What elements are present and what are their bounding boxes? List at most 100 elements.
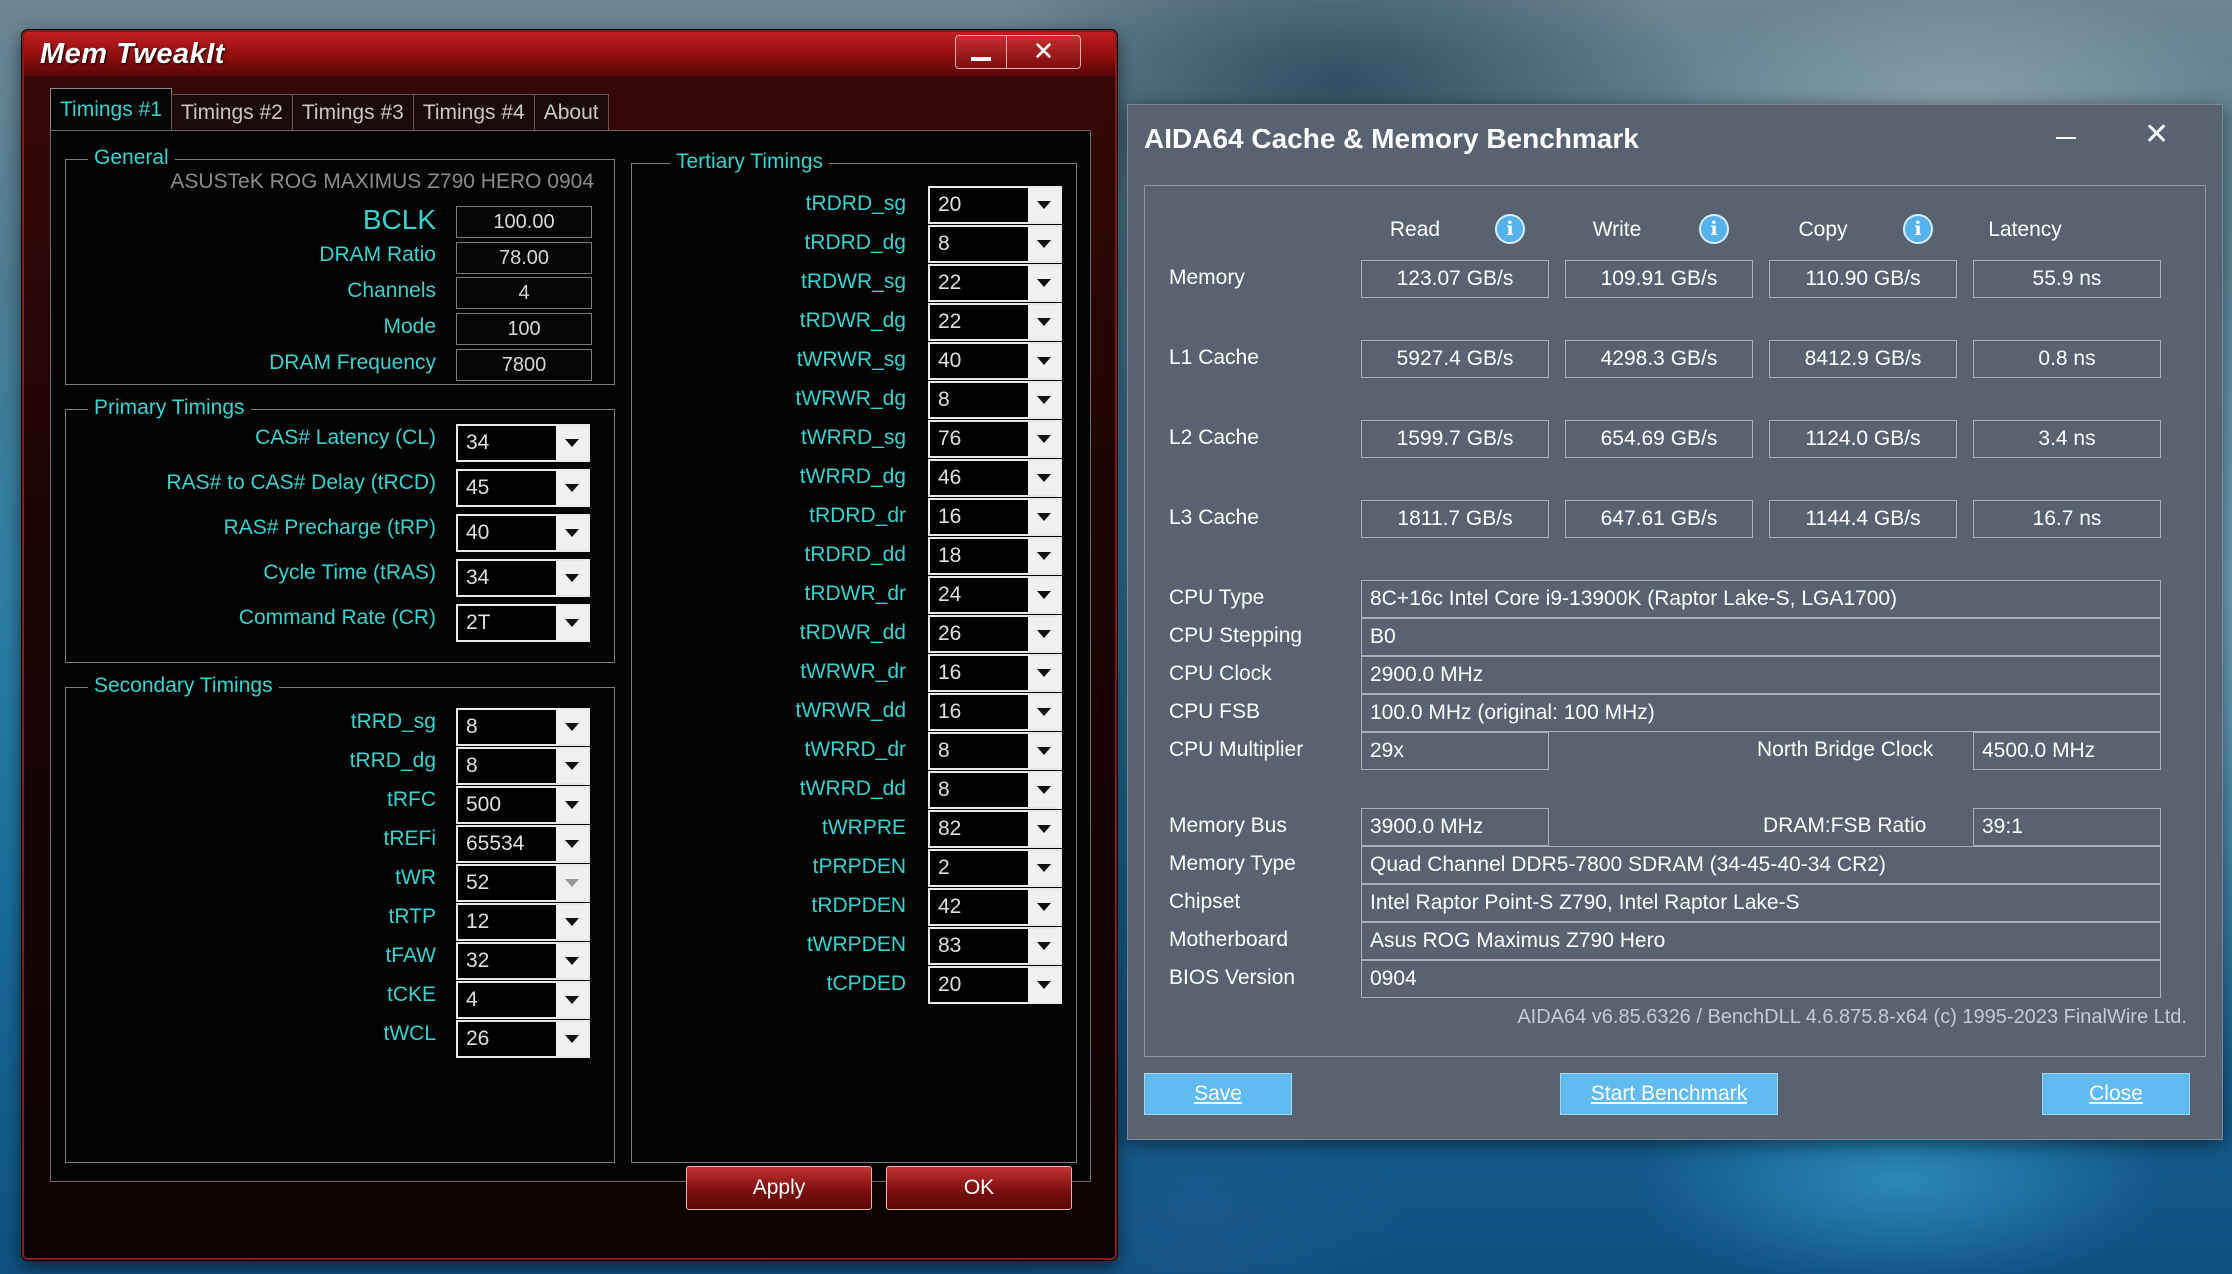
tcpded-dropdown[interactable]: 20 bbox=[928, 966, 1062, 1004]
dropdown-value: 76 bbox=[938, 427, 962, 450]
chevron-down-icon[interactable] bbox=[556, 516, 588, 550]
trdwr-dd-dropdown[interactable]: 26 bbox=[928, 615, 1062, 653]
chevron-down-icon[interactable] bbox=[1028, 227, 1060, 261]
chevron-down-icon[interactable] bbox=[1028, 968, 1060, 1002]
twrrd-dg-dropdown[interactable]: 46 bbox=[928, 459, 1062, 497]
tcke-dropdown[interactable]: 4 bbox=[456, 981, 590, 1019]
trdwr-dr-dropdown[interactable]: 24 bbox=[928, 576, 1062, 614]
twrrd-sg-dropdown[interactable]: 76 bbox=[928, 420, 1062, 458]
chevron-down-icon[interactable] bbox=[556, 905, 588, 939]
close-button[interactable]: Close bbox=[2042, 1073, 2190, 1115]
bios-version-value: 0904 bbox=[1361, 960, 2161, 998]
chevron-down-icon[interactable] bbox=[1028, 305, 1060, 339]
chevron-down-icon[interactable] bbox=[556, 561, 588, 595]
close-icon[interactable]: ✕ bbox=[2144, 117, 2169, 152]
chevron-down-icon[interactable] bbox=[556, 827, 588, 861]
twcl-dropdown[interactable]: 26 bbox=[456, 1020, 590, 1058]
chevron-down-icon[interactable] bbox=[556, 944, 588, 978]
tab-about[interactable]: About bbox=[533, 94, 609, 130]
trdrd-sg-dropdown[interactable]: 20 bbox=[928, 186, 1062, 224]
info-icon[interactable]: i bbox=[1903, 214, 1933, 244]
twrrd-dd-dropdown[interactable]: 8 bbox=[928, 771, 1062, 809]
dropdown-value: 8 bbox=[938, 232, 950, 255]
chevron-down-icon[interactable] bbox=[556, 866, 588, 900]
trdpden-dropdown[interactable]: 42 bbox=[928, 888, 1062, 926]
start-benchmark-button[interactable]: Start Benchmark bbox=[1560, 1073, 1778, 1115]
trdrd-dr-dropdown[interactable]: 16 bbox=[928, 498, 1062, 536]
chevron-down-icon[interactable] bbox=[1028, 773, 1060, 807]
minimize-button[interactable] bbox=[955, 35, 1007, 69]
chevron-down-icon[interactable] bbox=[1028, 539, 1060, 573]
twrwr-dd-dropdown[interactable]: 16 bbox=[928, 693, 1062, 731]
trdwr-sg-dropdown[interactable]: 22 bbox=[928, 264, 1062, 302]
tab-timings-1[interactable]: Timings #1 bbox=[50, 88, 172, 130]
tprpden-dropdown[interactable]: 2 bbox=[928, 849, 1062, 887]
twrwr-sg-dropdown[interactable]: 40 bbox=[928, 342, 1062, 380]
tab-timings-3[interactable]: Timings #3 bbox=[291, 94, 414, 130]
l2-latency: 3.4 ns bbox=[1973, 420, 2161, 458]
chevron-down-icon[interactable] bbox=[1028, 500, 1060, 534]
chevron-down-icon[interactable] bbox=[1028, 422, 1060, 456]
trdrd-dd-dropdown[interactable]: 18 bbox=[928, 537, 1062, 575]
chevron-down-icon[interactable] bbox=[1028, 890, 1060, 924]
trefi-dropdown[interactable]: 65534 bbox=[456, 825, 590, 863]
chevron-down-icon[interactable] bbox=[1028, 578, 1060, 612]
twrwr-dg-dropdown[interactable]: 8 bbox=[928, 381, 1062, 419]
trfc-dropdown[interactable]: 500 bbox=[456, 786, 590, 824]
chevron-down-icon[interactable] bbox=[1028, 617, 1060, 651]
trcd-dropdown[interactable]: 45 bbox=[456, 469, 590, 507]
chevron-down-icon[interactable] bbox=[556, 1022, 588, 1056]
trdwr-dg-dropdown[interactable]: 22 bbox=[928, 303, 1062, 341]
trrd-sg-dropdown[interactable]: 8 bbox=[456, 708, 590, 746]
chevron-down-icon[interactable] bbox=[556, 426, 588, 460]
north-bridge-clock-label: North Bridge Clock bbox=[1757, 738, 1934, 761]
chevron-down-icon[interactable] bbox=[556, 471, 588, 505]
tab-timings-2[interactable]: Timings #2 bbox=[170, 94, 293, 130]
trdrd-dg-dropdown[interactable]: 8 bbox=[928, 225, 1062, 263]
chevron-down-icon[interactable] bbox=[556, 710, 588, 744]
l3-write: 647.61 GB/s bbox=[1565, 500, 1753, 538]
twr-dropdown[interactable]: 52 bbox=[456, 864, 590, 902]
chevron-down-icon[interactable] bbox=[1028, 851, 1060, 885]
chevron-down-icon[interactable] bbox=[1028, 383, 1060, 417]
chevron-down-icon[interactable] bbox=[1028, 266, 1060, 300]
ok-button[interactable]: OK bbox=[886, 1166, 1072, 1210]
chevron-down-icon[interactable] bbox=[1028, 656, 1060, 690]
twrwr-dr-dropdown[interactable]: 16 bbox=[928, 654, 1062, 692]
tcpded-label: tCPDED bbox=[826, 972, 906, 995]
info-icon[interactable]: i bbox=[1495, 214, 1525, 244]
l3-cache-label: L3 Cache bbox=[1169, 506, 1259, 529]
info-icon[interactable]: i bbox=[1699, 214, 1729, 244]
tfaw-dropdown[interactable]: 32 bbox=[456, 942, 590, 980]
command-rate-dropdown[interactable]: 2T bbox=[456, 604, 590, 642]
chevron-down-icon[interactable] bbox=[1028, 929, 1060, 963]
tras-label: Cycle Time (tRAS) bbox=[263, 561, 436, 584]
apply-button[interactable]: Apply bbox=[686, 1166, 872, 1210]
dropdown-value: 16 bbox=[938, 661, 962, 684]
chevron-down-icon[interactable] bbox=[556, 788, 588, 822]
general-title: General bbox=[88, 146, 175, 170]
trp-dropdown[interactable]: 40 bbox=[456, 514, 590, 552]
memtweakit-titlebar[interactable]: Mem TweakIt ✕ bbox=[24, 32, 1115, 76]
minimize-icon[interactable] bbox=[2056, 137, 2076, 139]
chevron-down-icon[interactable] bbox=[1028, 734, 1060, 768]
chevron-down-icon[interactable] bbox=[1028, 812, 1060, 846]
twrrd-dr-dropdown[interactable]: 8 bbox=[928, 732, 1062, 770]
chevron-down-icon[interactable] bbox=[1028, 461, 1060, 495]
twrpden-dropdown[interactable]: 83 bbox=[928, 927, 1062, 965]
close-button[interactable]: ✕ bbox=[1007, 35, 1081, 69]
bclk-value: 100.00 bbox=[456, 206, 592, 238]
chevron-down-icon[interactable] bbox=[556, 606, 588, 640]
tras-dropdown[interactable]: 34 bbox=[456, 559, 590, 597]
tab-timings-4[interactable]: Timings #4 bbox=[412, 94, 535, 130]
chevron-down-icon[interactable] bbox=[1028, 695, 1060, 729]
chevron-down-icon[interactable] bbox=[1028, 188, 1060, 222]
chevron-down-icon[interactable] bbox=[1028, 344, 1060, 378]
chevron-down-icon[interactable] bbox=[556, 749, 588, 783]
save-button[interactable]: Save bbox=[1144, 1073, 1292, 1115]
trrd-dg-dropdown[interactable]: 8 bbox=[456, 747, 590, 785]
trtp-dropdown[interactable]: 12 bbox=[456, 903, 590, 941]
cas-latency-dropdown[interactable]: 34 bbox=[456, 424, 590, 462]
twrpre-dropdown[interactable]: 82 bbox=[928, 810, 1062, 848]
chevron-down-icon[interactable] bbox=[556, 983, 588, 1017]
